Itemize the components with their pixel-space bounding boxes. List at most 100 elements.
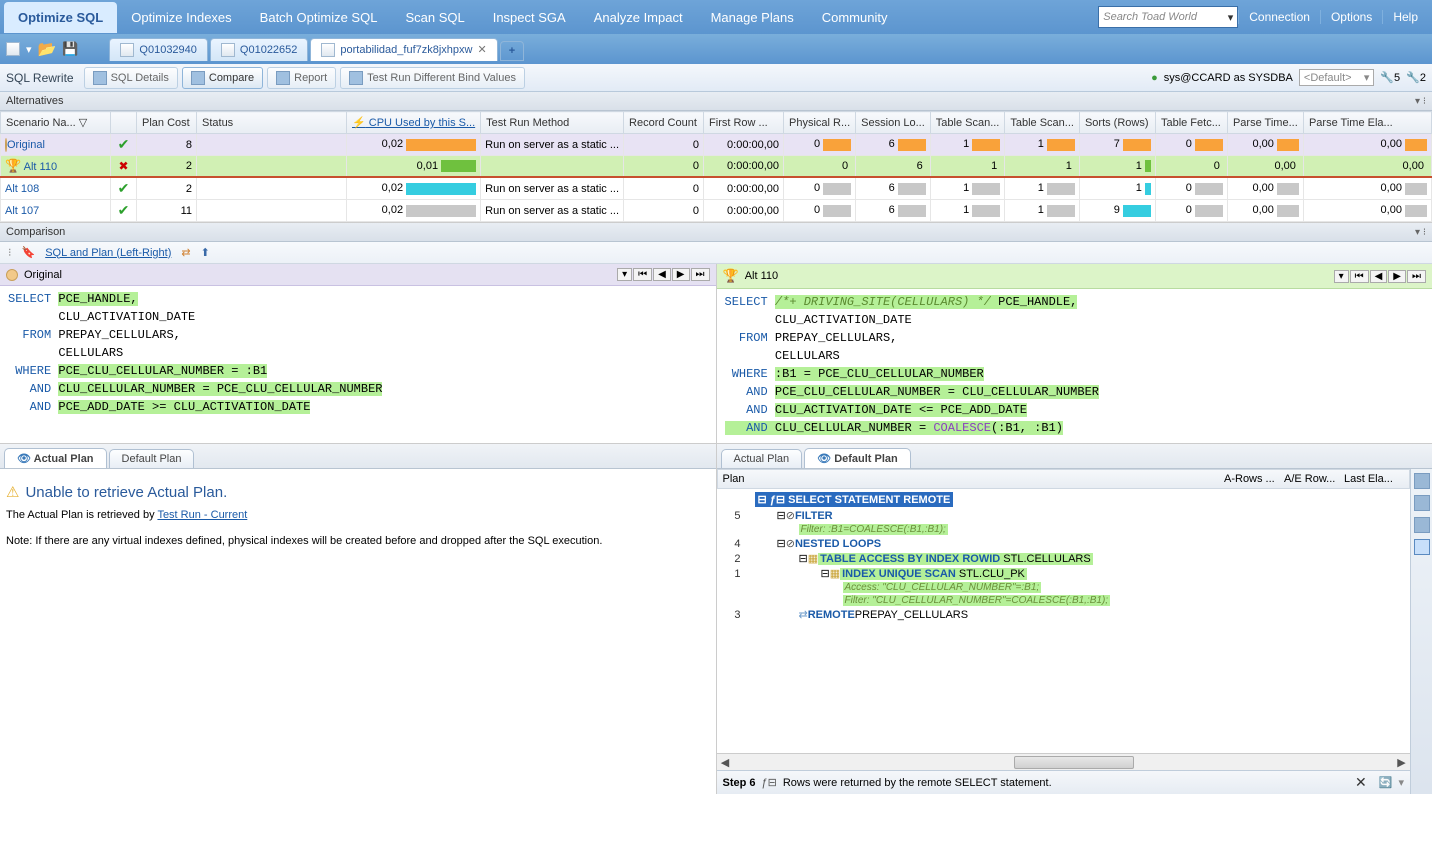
col-header[interactable]: Test Run Method (481, 112, 624, 134)
plan-grid-header: Plan A-Rows ... A/E Row... Last Ela... (717, 469, 1411, 489)
btn-sql-details[interactable]: SQL Details (84, 67, 178, 89)
side-icon-2 (1414, 495, 1430, 511)
add-tab-button[interactable]: + (500, 41, 524, 61)
plan-tree-row[interactable]: 5⊟ ⊘ FILTER (719, 508, 1409, 523)
trophy-icon: 🏆 (5, 158, 21, 173)
status-ok-icon: ✔ (118, 180, 130, 196)
col-header[interactable]: ⚡ CPU Used by this S... (347, 112, 481, 134)
document-tabs: Q01032940Q01022652portabilidad_fuf7zk8jx… (109, 38, 526, 61)
alt-row[interactable]: Alt 107✔110,02 Run on server as a static… (1, 200, 1432, 222)
menu-optimize-sql[interactable]: Optimize SQL (4, 2, 117, 33)
menu-community[interactable]: Community (808, 2, 902, 33)
default-combo[interactable]: <Default> ▾ (1299, 69, 1374, 86)
plan-split: 👁 Actual Plan Default Plan ⚠Unable to re… (0, 444, 1432, 794)
plan-tree[interactable]: ⊟ ƒ⊟ SELECT STATEMENT REMOTE5⊟ ⊘ FILTERF… (717, 489, 1411, 753)
menu-analyze-impact[interactable]: Analyze Impact (580, 2, 697, 33)
col-header[interactable]: Scenario Na... ▽ (1, 112, 111, 134)
doc-tab[interactable]: Q01032940 (109, 38, 208, 61)
plan-tree-row[interactable]: ⊟ ƒ⊟ SELECT STATEMENT REMOTE (719, 491, 1409, 508)
col-header[interactable]: Session Lo... (856, 112, 931, 134)
right-sql-text[interactable]: SELECT /*+ DRIVING_SITE(CELLULARS) */ PC… (717, 289, 1432, 443)
btn-test-run-different-bind-values[interactable]: Test Run Different Bind Values (340, 67, 525, 89)
col-header[interactable]: Parse Time... (1227, 112, 1303, 134)
plan-tree-row[interactable]: 1⊟ ▦ INDEX UNIQUE SCAN STL.CLU_PK (719, 566, 1409, 581)
col-header[interactable]: Table Scan... (1005, 112, 1080, 134)
side-icon-1 (1414, 473, 1430, 489)
alt-row[interactable]: Alt 108✔20,02 Run on server as a static … (1, 177, 1432, 200)
alternatives-header: Alternatives▾ ⁝ (0, 92, 1432, 111)
menu-inspect-sga[interactable]: Inspect SGA (479, 2, 580, 33)
col-header[interactable]: Table Fetc... (1155, 112, 1227, 134)
plan-tree-row[interactable]: 4⊟ ⊘ NESTED LOOPS (719, 536, 1409, 551)
right-sql-header: 🏆 Alt 110 ▾⏮◀▶⏭ (717, 264, 1432, 289)
connection-link[interactable]: Connection (1238, 10, 1320, 24)
sync-icon[interactable]: 🔄 (1379, 776, 1393, 789)
close-footer-icon[interactable]: ✕ (1355, 774, 1367, 791)
comparison-toolbar: ⁝ 🔖 SQL and Plan (Left-Right) ⇄ ⬆ (0, 242, 1432, 264)
open-icon[interactable]: 📂 (38, 40, 57, 58)
plan-tree-row[interactable]: 3⇄ REMOTE PREPAY_CELLULARS (719, 607, 1409, 622)
menu-optimize-indexes[interactable]: Optimize Indexes (117, 2, 245, 33)
status-x-icon: ✖ (118, 159, 128, 173)
col-header[interactable]: First Row ... (704, 112, 784, 134)
tab-actual-plan-left[interactable]: 👁 Actual Plan (4, 448, 107, 468)
options-link[interactable]: Options (1320, 10, 1382, 24)
person-icon (6, 269, 18, 281)
col-header[interactable]: Sorts (Rows) (1079, 112, 1155, 134)
doc-icon (321, 43, 335, 57)
sql-and-plan-link[interactable]: SQL and Plan (Left-Right) (45, 247, 171, 259)
status-ok-icon: ✔ (118, 136, 130, 152)
warning-title: ⚠Unable to retrieve Actual Plan. (6, 483, 710, 501)
btn-compare[interactable]: Compare (182, 67, 263, 89)
menu-scan-sql[interactable]: Scan SQL (391, 2, 478, 33)
search-toad-world[interactable]: Search Toad World▾ (1098, 6, 1238, 28)
right-plan-pane: Actual Plan 👁 Default Plan Plan A-Rows .… (717, 444, 1432, 794)
doc-icon (221, 43, 235, 57)
col-header[interactable]: Table Scan... (930, 112, 1005, 134)
help-link[interactable]: Help (1382, 10, 1428, 24)
counter-2: 🔧2 (1406, 71, 1426, 84)
tab-default-plan-right[interactable]: 👁 Default Plan (804, 448, 911, 468)
save-icon[interactable]: 💾 (62, 41, 78, 57)
col-header[interactable]: Record Count (624, 112, 704, 134)
right-plan-tabs: Actual Plan 👁 Default Plan (717, 444, 1432, 469)
up-icon[interactable]: ⬆ (201, 246, 210, 259)
alt-row[interactable]: 🏆 Alt 110✖20,01 00:00:00,000 6 1 1 1 0 0… (1, 156, 1432, 178)
menu-batch-optimize-sql[interactable]: Batch Optimize SQL (246, 2, 392, 33)
alt-row[interactable]: Original✔80,02 Run on server as a static… (1, 134, 1432, 156)
menu-manage-plans[interactable]: Manage Plans (697, 2, 808, 33)
col-header[interactable]: Status (197, 112, 347, 134)
left-sql-text[interactable]: SELECT PCE_HANDLE, CLU_ACTIVATION_DATE F… (0, 286, 716, 443)
col-header[interactable]: Parse Time Ela... (1303, 112, 1431, 134)
comparison-split: Original ▾⏮◀▶⏭ SELECT PCE_HANDLE, CLU_AC… (0, 264, 1432, 444)
tool-strip: ▾ 📂 💾 Q01032940Q01022652portabilidad_fuf… (0, 34, 1432, 64)
sql-rewrite-label: SQL Rewrite (6, 71, 74, 85)
swap-icon[interactable]: ⇄ (181, 246, 190, 259)
plan-tree-row[interactable]: 2⊟ ▦ TABLE ACCESS BY INDEX ROWID STL.CEL… (719, 551, 1409, 566)
plan-status-footer: Step 6 ƒ⊟ Rows were returned by the remo… (717, 770, 1411, 794)
test-run-current-link[interactable]: Test Run - Current (157, 509, 247, 521)
tab-actual-plan-right[interactable]: Actual Plan (721, 449, 803, 468)
left-sql-header: Original ▾⏮◀▶⏭ (0, 264, 716, 286)
col-header[interactable] (111, 112, 137, 134)
doc-tab[interactable]: portabilidad_fuf7zk8jxhpxw✕ (310, 38, 497, 61)
player-left[interactable]: ▾⏮◀▶⏭ (617, 268, 709, 281)
tab-default-plan-left[interactable]: Default Plan (109, 449, 195, 468)
plan-tree-row[interactable]: Filter: "CLU_CELLULAR_NUMBER"=COALESCE(:… (719, 594, 1409, 607)
plan-h-scrollbar[interactable]: ◀▶ (717, 753, 1411, 770)
doc-tab[interactable]: Q01022652 (210, 38, 309, 61)
counter-1: 🔧5 (1380, 71, 1400, 84)
col-header[interactable]: Plan Cost (137, 112, 197, 134)
plan-tree-row[interactable]: Filter: :B1=COALESCE(:B1,:B1); (719, 523, 1409, 536)
close-tab-icon[interactable]: ✕ (478, 43, 487, 56)
left-plan-body: ⚠Unable to retrieve Actual Plan. The Act… (0, 469, 716, 794)
player-right[interactable]: ▾⏮◀▶⏭ (1334, 270, 1426, 283)
btn-report[interactable]: Report (267, 67, 336, 89)
plan-tree-row[interactable]: Access: "CLU_CELLULAR_NUMBER"=:B1; (719, 581, 1409, 594)
plan-side-toolbar[interactable] (1410, 469, 1432, 794)
alternatives-grid[interactable]: Scenario Na... ▽ Plan CostStatus⚡ CPU Use… (0, 111, 1432, 223)
top-menu-bar: Optimize SQLOptimize IndexesBatch Optimi… (0, 0, 1432, 34)
col-header[interactable]: Physical R... (784, 112, 856, 134)
status-ok-icon: ✔ (118, 202, 130, 218)
new-icon[interactable] (6, 42, 20, 56)
